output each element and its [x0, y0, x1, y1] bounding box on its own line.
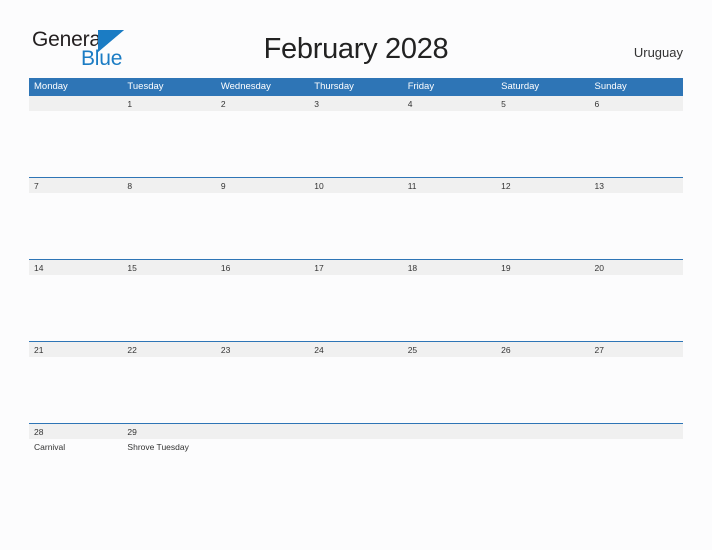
day-number: 7 [29, 178, 123, 193]
day-number: 26 [496, 342, 590, 357]
day-number: 25 [402, 342, 497, 357]
calendar-day-cell[interactable]: 12 [496, 178, 590, 259]
calendar-day-cell[interactable]: 21 [29, 342, 123, 423]
calendar-day-cell[interactable] [496, 424, 590, 466]
day-number: 27 [589, 342, 683, 357]
country-label: Uruguay [633, 45, 683, 60]
holiday-label: Shrove Tuesday [127, 442, 189, 452]
calendar-day-cell[interactable]: 2 [215, 96, 310, 177]
calendar-day-cell[interactable]: 5 [496, 96, 590, 177]
day-number: 4 [402, 96, 497, 111]
day-number: 10 [309, 178, 403, 193]
calendar-day-cell[interactable]: 20 [589, 260, 683, 341]
day-number: 13 [589, 178, 683, 193]
calendar-day-cell[interactable]: 18 [402, 260, 497, 341]
calendar-day-cell[interactable] [215, 424, 310, 466]
day-number: 18 [402, 260, 497, 275]
calendar-day-cell[interactable]: 28 Carnival [29, 424, 123, 466]
calendar-day-cell[interactable]: 4 [402, 96, 497, 177]
day-number: 3 [309, 96, 403, 111]
calendar-day-cell[interactable]: 3 [309, 96, 403, 177]
calendar-day-cell[interactable]: 11 [402, 178, 497, 259]
calendar-day-cell[interactable]: 29 Shrove Tuesday [122, 424, 216, 466]
day-number: 17 [309, 260, 403, 275]
calendar-day-cell[interactable]: 26 [496, 342, 590, 423]
day-number: 1 [122, 96, 216, 111]
calendar-day-cell[interactable]: 24 [309, 342, 403, 423]
day-number: 19 [496, 260, 590, 275]
day-number [309, 424, 403, 439]
day-number: 15 [122, 260, 216, 275]
calendar-day-cell[interactable] [589, 424, 683, 466]
day-number: 12 [496, 178, 590, 193]
weekday-header-monday: Monday [34, 81, 68, 92]
page-title: February 2028 [263, 33, 449, 65]
day-number: 11 [402, 178, 497, 193]
calendar-day-cell[interactable]: 23 [215, 342, 310, 423]
day-number [215, 424, 310, 439]
day-number: 2 [215, 96, 310, 111]
day-number: 8 [122, 178, 216, 193]
calendar-day-cell[interactable]: 17 [309, 260, 403, 341]
weekday-header-row: Monday Tuesday Wednesday Thursday Friday… [29, 78, 683, 96]
day-number: 24 [309, 342, 403, 357]
day-number: 6 [589, 96, 683, 111]
calendar-page: General Blue February 2028 Uruguay Monda… [0, 0, 712, 550]
day-number: 5 [496, 96, 590, 111]
weekday-header-friday: Friday [407, 81, 435, 92]
calendar-day-cell[interactable]: 9 [215, 178, 310, 259]
weekday-header-thursday: Thursday [314, 81, 354, 92]
weekday-header-sunday: Sunday [594, 81, 627, 92]
weekday-header-saturday: Saturday [501, 81, 540, 92]
calendar-week-row: 21 22 23 24 25 26 27 [29, 341, 683, 423]
calendar-day-cell[interactable]: 6 [589, 96, 683, 177]
day-number: 9 [215, 178, 310, 193]
day-number [402, 424, 497, 439]
calendar-weeks: 1 2 3 4 5 6 7 8 9 10 11 12 13 14 15 16 17 18 19 20 21 22 23 24 2… [29, 96, 683, 466]
day-events: Carnival [29, 439, 122, 453]
calendar-day-cell[interactable]: 22 [122, 342, 216, 423]
calendar-day-cell[interactable]: 7 [29, 178, 123, 259]
calendar-day-cell[interactable]: 25 [402, 342, 497, 423]
calendar-day-cell[interactable]: 8 [122, 178, 216, 259]
weekday-header-wednesday: Wednesday [220, 81, 271, 92]
calendar-day-cell[interactable]: 27 [589, 342, 683, 423]
day-number [29, 96, 123, 111]
day-number [496, 424, 590, 439]
calendar-week-row: 7 8 9 10 11 12 13 [29, 177, 683, 259]
calendar-week-row: 14 15 16 17 18 19 20 [29, 259, 683, 341]
calendar-day-cell[interactable]: 14 [29, 260, 123, 341]
calendar-week-row: 123456 [29, 96, 683, 177]
day-number: 28 [29, 424, 123, 439]
day-number: 21 [29, 342, 123, 357]
day-number: 20 [589, 260, 683, 275]
day-number: 22 [122, 342, 216, 357]
calendar-day-cell[interactable] [402, 424, 497, 466]
calendar-day-cell[interactable]: 16 [215, 260, 310, 341]
calendar-day-cell[interactable]: 10 [309, 178, 403, 259]
calendar-day-cell[interactable]: 1 [122, 96, 216, 177]
day-number: 16 [215, 260, 310, 275]
day-events: Shrove Tuesday [122, 439, 215, 453]
page-header: General Blue February 2028 Uruguay [0, 0, 712, 78]
day-number [589, 424, 683, 439]
calendar-day-cell[interactable] [29, 96, 123, 177]
calendar-day-cell[interactable]: 15 [122, 260, 216, 341]
day-number: 29 [122, 424, 216, 439]
holiday-label: Carnival [34, 442, 66, 452]
day-number: 14 [29, 260, 123, 275]
calendar-day-cell[interactable]: 19 [496, 260, 590, 341]
calendar-day-cell[interactable]: 13 [589, 178, 683, 259]
day-number: 23 [215, 342, 310, 357]
calendar-day-cell[interactable] [309, 424, 403, 466]
weekday-header-tuesday: Tuesday [127, 81, 164, 92]
calendar-week-row: 28 Carnival 29 Shrove Tuesday [29, 423, 683, 466]
calendar-grid: Monday Tuesday Wednesday Thursday Friday… [29, 78, 683, 466]
